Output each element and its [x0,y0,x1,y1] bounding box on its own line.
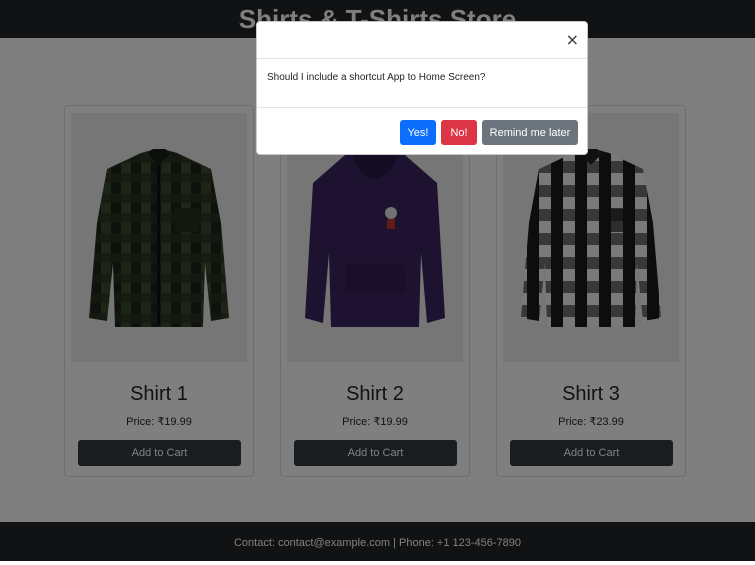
install-prompt-dialog: × Should I include a shortcut App to Hom… [256,21,588,155]
close-icon[interactable]: × [566,32,579,48]
dialog-footer: Yes! No! Remind me later [257,107,587,155]
dialog-message: Should I include a shortcut App to Home … [267,72,486,83]
no-button[interactable]: No! [441,120,477,145]
dialog-header: × [257,22,587,59]
remind-later-button[interactable]: Remind me later [482,120,578,145]
yes-button[interactable]: Yes! [400,120,436,145]
